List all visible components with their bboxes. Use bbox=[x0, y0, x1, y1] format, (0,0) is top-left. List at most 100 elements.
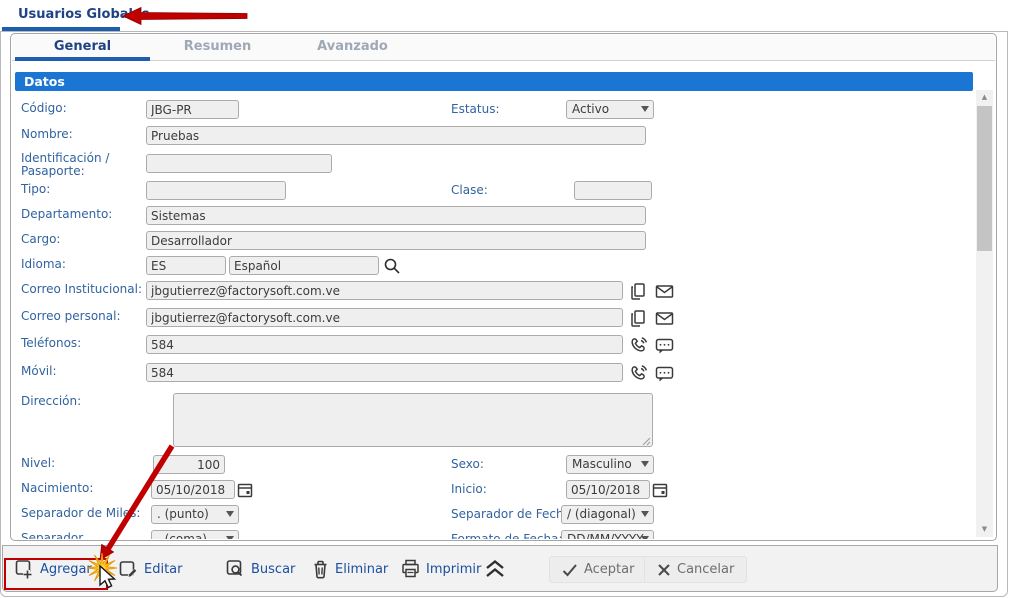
title-active-indicator bbox=[2, 27, 120, 31]
imprimir-label: Imprimir bbox=[426, 562, 481, 577]
chevron-down-icon bbox=[641, 511, 649, 517]
close-icon bbox=[657, 563, 671, 577]
search-icon[interactable] bbox=[383, 257, 402, 276]
separador-decimales-value: , (coma) bbox=[157, 532, 207, 539]
window-title-tab[interactable]: Usuarios Globales bbox=[18, 7, 150, 22]
nombre-label: Nombre: bbox=[21, 128, 148, 141]
annotation-highlight-box bbox=[4, 558, 108, 590]
tab-avanzado[interactable]: Avanzado bbox=[285, 35, 420, 61]
nacimiento-label: Nacimiento: bbox=[21, 482, 148, 495]
mail-icon[interactable] bbox=[655, 282, 674, 301]
tipo-input[interactable] bbox=[146, 181, 286, 200]
tab-panel: General Resumen Avanzado Datos Código: E… bbox=[10, 33, 997, 541]
chevron-down-icon bbox=[641, 536, 649, 539]
cancelar-button[interactable]: Cancelar bbox=[644, 556, 747, 583]
nombre-input[interactable] bbox=[146, 126, 646, 145]
correo-institucional-label: Correo Institucional: bbox=[21, 283, 148, 296]
search-record-icon bbox=[226, 559, 246, 579]
separador-fecha-select[interactable]: / (diagonal) bbox=[561, 505, 654, 524]
sexo-select[interactable]: Masculino bbox=[566, 455, 654, 474]
formato-fecha-label: Formato de Fecha: bbox=[451, 532, 563, 539]
calendar-icon[interactable] bbox=[237, 482, 256, 501]
vertical-scrollbar[interactable]: ▲ ▼ bbox=[976, 90, 993, 537]
tab-general[interactable]: General bbox=[15, 35, 150, 61]
clase-label: Clase: bbox=[451, 183, 488, 197]
form-viewport: Datos Código: Estatus: Activo Nombre: bbox=[12, 62, 995, 539]
direccion-label: Dirección: bbox=[21, 395, 148, 408]
tab-resumen[interactable]: Resumen bbox=[150, 35, 285, 61]
idioma-name-input[interactable] bbox=[229, 256, 379, 275]
scroll-up-icon[interactable]: ▲ bbox=[976, 90, 993, 105]
idioma-label: Idioma: bbox=[21, 258, 148, 271]
movil-input[interactable] bbox=[146, 363, 623, 382]
separador-miles-value: . (punto) bbox=[157, 507, 209, 521]
direccion-textarea[interactable] bbox=[173, 393, 653, 447]
separador-miles-label: Separador de Miles: bbox=[21, 507, 153, 520]
check-icon bbox=[562, 563, 578, 577]
correo-personal-label: Correo personal: bbox=[21, 310, 148, 323]
phone-call-icon[interactable] bbox=[629, 336, 648, 355]
printer-icon bbox=[401, 559, 421, 579]
sms-icon[interactable] bbox=[655, 336, 674, 355]
scroll-down-icon[interactable]: ▼ bbox=[976, 522, 993, 537]
copy-icon[interactable] bbox=[629, 282, 648, 301]
tab-bar: General Resumen Avanzado bbox=[12, 35, 995, 61]
clase-input[interactable] bbox=[574, 181, 652, 200]
scrollbar-thumb[interactable] bbox=[977, 106, 992, 251]
usuarios-globales-window: Usuarios Globales General Resumen Avanza… bbox=[0, 0, 1009, 598]
collapse-toolbar-button[interactable] bbox=[484, 559, 506, 579]
eliminar-label: Eliminar bbox=[335, 562, 388, 577]
nivel-input[interactable] bbox=[153, 455, 225, 474]
mail-icon[interactable] bbox=[655, 309, 674, 328]
correo-institucional-input[interactable] bbox=[146, 281, 623, 300]
departamento-label: Departamento: bbox=[21, 208, 148, 221]
nacimiento-date-input[interactable] bbox=[151, 480, 235, 499]
sexo-label: Sexo: bbox=[451, 457, 484, 471]
idioma-code-input[interactable] bbox=[146, 256, 226, 275]
imprimir-button[interactable]: Imprimir bbox=[401, 559, 481, 579]
copy-icon[interactable] bbox=[629, 309, 648, 328]
separador-miles-select[interactable]: . (punto) bbox=[151, 505, 239, 524]
estatus-select[interactable]: Activo bbox=[566, 100, 654, 119]
separador-decimales-label: Separador Decimales: bbox=[21, 532, 153, 539]
departamento-input[interactable] bbox=[146, 206, 646, 225]
calendar-icon[interactable] bbox=[652, 482, 671, 501]
editar-label: Editar bbox=[144, 562, 183, 577]
buscar-label: Buscar bbox=[251, 562, 295, 577]
codigo-label: Código: bbox=[21, 102, 148, 115]
telefonos-label: Teléfonos: bbox=[21, 337, 148, 350]
sms-icon[interactable] bbox=[655, 364, 674, 383]
separador-fecha-label: Separador de Fecha: bbox=[451, 507, 575, 521]
separador-fecha-value: / (diagonal) bbox=[567, 507, 636, 521]
form-datos: Datos Código: Estatus: Activo Nombre: bbox=[15, 62, 973, 539]
buscar-button[interactable]: Buscar bbox=[226, 559, 295, 579]
eliminar-button[interactable]: Eliminar bbox=[311, 559, 388, 579]
chevron-down-icon bbox=[641, 106, 649, 112]
double-chevron-up-icon bbox=[484, 559, 506, 579]
formato-fecha-select[interactable]: DD/MM/YYYY bbox=[561, 530, 654, 539]
estatus-label: Estatus: bbox=[451, 102, 500, 116]
chevron-down-icon bbox=[226, 536, 234, 539]
action-toolbar: Agregar Editar Buscar bbox=[2, 545, 998, 592]
inicio-date-input[interactable] bbox=[566, 480, 650, 499]
resize-handle-icon[interactable] bbox=[642, 437, 651, 446]
aceptar-button[interactable]: Aceptar bbox=[549, 556, 647, 583]
phone-call-icon[interactable] bbox=[629, 364, 648, 383]
movil-label: Móvil: bbox=[21, 365, 148, 378]
separador-decimales-select[interactable]: , (coma) bbox=[151, 530, 239, 539]
cargo-label: Cargo: bbox=[21, 233, 148, 246]
trash-icon bbox=[311, 559, 330, 579]
sexo-value: Masculino bbox=[572, 457, 632, 471]
identificacion-input[interactable] bbox=[146, 154, 332, 173]
cargo-input[interactable] bbox=[146, 231, 646, 250]
edit-icon bbox=[119, 559, 139, 579]
editar-button[interactable]: Editar bbox=[119, 559, 183, 579]
estatus-value: Activo bbox=[572, 102, 609, 116]
codigo-input[interactable] bbox=[146, 100, 239, 119]
chevron-down-icon bbox=[226, 511, 234, 517]
cancelar-label: Cancelar bbox=[677, 562, 734, 577]
telefonos-input[interactable] bbox=[146, 335, 623, 354]
nivel-label: Nivel: bbox=[21, 457, 148, 470]
chevron-down-icon bbox=[641, 461, 649, 467]
correo-personal-input[interactable] bbox=[146, 308, 623, 327]
